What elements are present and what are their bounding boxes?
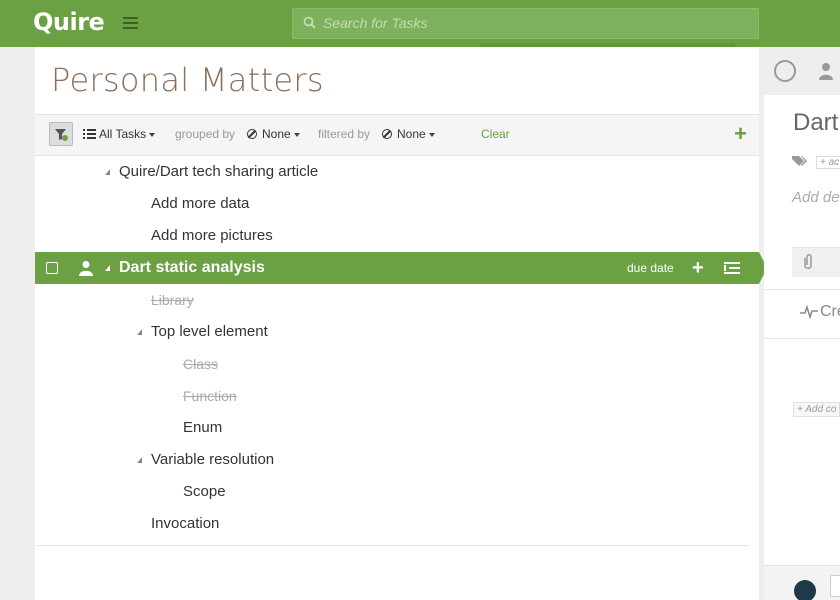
grouped-by-label: grouped by — [175, 127, 236, 141]
top-bar: Quire — [0, 0, 840, 47]
filtered-by-value: None — [397, 127, 426, 141]
comment-bar — [764, 565, 840, 600]
task-row[interactable]: Add more data — [35, 188, 759, 220]
task-name[interactable]: Library — [151, 284, 194, 316]
task-name[interactable]: Class — [183, 348, 218, 380]
list-toolbar: All Tasks grouped by None filtered by No… — [35, 114, 759, 156]
chevron-down-icon — [293, 132, 300, 137]
attachment-bar — [792, 247, 840, 277]
chevron-down-icon — [428, 132, 435, 137]
search-input[interactable] — [323, 15, 743, 31]
list-icon — [83, 129, 96, 139]
app-logo[interactable]: Quire — [33, 8, 105, 36]
assignee-icon[interactable] — [79, 260, 93, 276]
task-row[interactable]: Variable resolution — [35, 444, 759, 476]
filtered-by-label: filtered by — [318, 127, 371, 141]
add-comment-button[interactable]: + Add co — [793, 402, 840, 417]
task-row[interactable]: Enum — [35, 412, 759, 444]
task-detail-panel: Dart + ac Add de Cre + Add co — [764, 47, 840, 600]
task-checkbox[interactable] — [46, 262, 58, 274]
grouped-by-value: None — [262, 127, 291, 141]
description-field[interactable]: Add de — [792, 189, 840, 206]
search-icon — [303, 16, 316, 29]
clear-filter-link[interactable]: Clear — [481, 127, 510, 141]
collapse-triangle-icon[interactable] — [137, 329, 142, 335]
view-selector[interactable]: All Tasks — [83, 127, 156, 141]
privacy-icon[interactable] — [794, 580, 816, 600]
task-name[interactable]: Add more pictures — [151, 220, 273, 252]
task-name[interactable]: Dart static analysis — [119, 252, 265, 284]
task-row[interactable]: Scope — [35, 476, 759, 508]
detail-divider — [764, 289, 840, 290]
task-row-selected[interactable]: Dart static analysis due date + — [35, 252, 767, 284]
task-name[interactable]: Scope — [183, 476, 226, 508]
add-task-button[interactable]: + — [734, 123, 747, 145]
add-subtask-button[interactable]: + — [692, 252, 704, 284]
page-title: Personal Matters — [51, 61, 324, 99]
detail-title[interactable]: Dart — [793, 109, 838, 137]
menu-icon[interactable] — [123, 17, 138, 30]
detail-header — [764, 47, 840, 95]
task-name[interactable]: Quire/Dart tech sharing article — [119, 156, 318, 188]
filter-button[interactable] — [49, 122, 73, 146]
task-name[interactable]: Add more data — [151, 188, 249, 220]
task-list-panel: Personal Matters All Tasks grouped by No… — [35, 47, 767, 600]
none-icon — [247, 129, 257, 139]
task-row[interactable]: Invocation — [35, 508, 759, 540]
comment-input[interactable] — [830, 575, 840, 597]
assignee-icon[interactable] — [818, 62, 834, 80]
grouped-by-selector[interactable]: None — [247, 127, 300, 141]
view-label: All Tasks — [99, 127, 147, 141]
chevron-down-icon — [149, 132, 156, 137]
paperclip-icon[interactable] — [802, 254, 814, 270]
search-box[interactable] — [292, 8, 759, 39]
activity-label: Cre — [820, 303, 840, 320]
add-tag-button[interactable]: + ac — [816, 156, 840, 169]
task-row[interactable]: Add more pictures — [35, 220, 759, 252]
task-name[interactable]: Variable resolution — [151, 444, 274, 476]
task-options-icon[interactable] — [724, 262, 740, 274]
tag-icon — [792, 156, 807, 166]
activity-icon — [800, 305, 818, 319]
task-row[interactable]: Library — [35, 284, 759, 316]
filter-icon — [55, 129, 68, 141]
task-name[interactable]: Function — [183, 380, 237, 412]
list-divider — [35, 545, 749, 546]
collapse-triangle-icon[interactable] — [137, 457, 142, 463]
complete-circle-icon[interactable] — [774, 60, 796, 82]
collapse-triangle-icon[interactable] — [105, 169, 110, 175]
task-row[interactable]: Function — [35, 380, 759, 412]
task-row[interactable]: Class — [35, 348, 759, 380]
task-row[interactable]: Top level element — [35, 316, 759, 348]
task-row[interactable]: Quire/Dart tech sharing article — [35, 156, 759, 188]
detail-divider — [764, 338, 840, 339]
task-name[interactable]: Invocation — [151, 508, 219, 540]
none-icon — [382, 129, 392, 139]
due-date-button[interactable]: due date — [627, 252, 674, 284]
task-name[interactable]: Top level element — [151, 316, 268, 348]
filtered-by-selector[interactable]: None — [382, 127, 435, 141]
collapse-triangle-icon[interactable] — [105, 265, 110, 271]
task-name[interactable]: Enum — [183, 412, 222, 444]
